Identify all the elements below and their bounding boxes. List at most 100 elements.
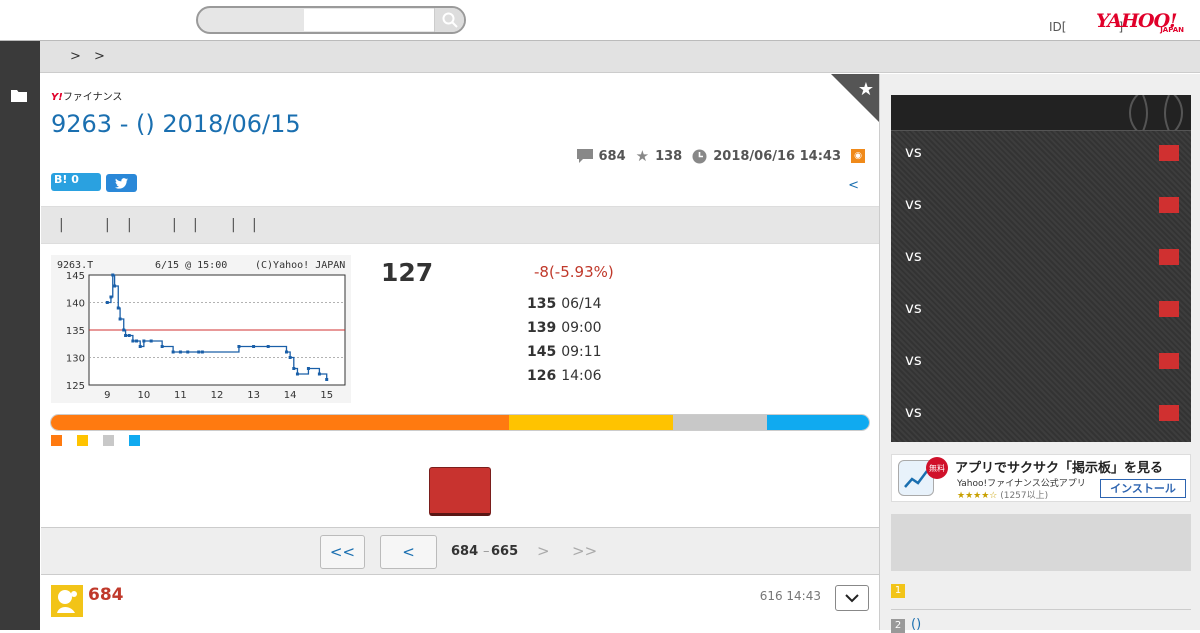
chevron-down-icon [845, 593, 859, 602]
app-ad-banner[interactable]: 無料 アプリでサクサク「掲示板」を見る Yahoo!ファイナンス公式アプリ ★★… [891, 454, 1191, 502]
price-change: -8(-5.93%) [534, 263, 614, 281]
price-point [317, 372, 321, 376]
tweet-button[interactable] [106, 174, 137, 192]
sentiment-segment [51, 415, 510, 430]
chart-subtitle: 6/15 @ 15:00 [155, 260, 227, 271]
price-point [325, 378, 329, 381]
ranking-item[interactable]: 2() [891, 617, 1191, 633]
x-tick-label: 14 [284, 390, 297, 401]
x-tick-label: 9 [104, 390, 110, 401]
price-point [131, 339, 135, 343]
y-tick-label: 125 [66, 381, 85, 392]
page-range-dash: – [483, 544, 490, 559]
first-page-button[interactable]: << [320, 535, 365, 569]
page-title: 9263 - () 2018/06/15 [51, 110, 301, 138]
match-row[interactable]: vs [891, 287, 1191, 339]
price-point [295, 372, 299, 376]
hatena-bookmark-button[interactable]: B! 0 [51, 173, 101, 191]
price-point [138, 345, 142, 348]
service-logo[interactable]: Y!ファイナンス [51, 88, 122, 103]
tab-separator: | [252, 217, 257, 233]
yahoo-japan-logo[interactable]: YAHOO! JAPAN [1096, 10, 1188, 38]
search-button[interactable] [434, 8, 464, 32]
post-button[interactable] [429, 467, 491, 516]
updated-time: 2018/06/16 14:43 [713, 148, 841, 164]
ranking-item[interactable]: 1 [891, 582, 1191, 610]
breadcrumb-separator: > [94, 49, 105, 64]
comment-count: 684 [598, 148, 626, 164]
quote-row: 145 09:11 [527, 344, 602, 360]
breadcrumb: > > [40, 41, 1200, 73]
avatar[interactable] [51, 585, 83, 617]
quote-row: 135 06/14 [527, 296, 602, 312]
chart-title: 9263.T [57, 260, 93, 271]
tab-separator: | [193, 217, 198, 233]
chart-credit: (C)Yahoo! JAPAN [255, 260, 345, 271]
price-point [111, 273, 115, 277]
post-menu-button[interactable] [835, 585, 869, 611]
clock-icon [692, 149, 707, 163]
match-panel-header [891, 95, 1191, 131]
ad-title: アプリでサクサク「掲示板」を見る [955, 461, 1164, 476]
post-number[interactable]: 684 [88, 585, 124, 605]
y-tick-label: 130 [66, 354, 85, 365]
price-point [105, 301, 109, 304]
page-range-end: 665 [491, 544, 519, 559]
twitter-icon [115, 178, 128, 189]
star-icon[interactable]: ★ [858, 79, 874, 100]
search-icon [442, 12, 458, 28]
price-point [113, 284, 117, 288]
tab-separator: | [127, 217, 132, 233]
legend-swatch [77, 435, 88, 446]
tab-bar: | | | | | | | [41, 206, 879, 244]
x-tick-label: 10 [137, 390, 150, 401]
match-row[interactable]: vs [891, 183, 1191, 235]
breadcrumb-separator: > [70, 49, 81, 64]
price-point [306, 367, 310, 370]
user-icon [57, 590, 77, 613]
favorite-count: 138 [655, 148, 683, 164]
hatena-count: 0 [71, 173, 79, 186]
quote-row: 126 14:06 [527, 368, 602, 384]
prev-page-button[interactable]: < [380, 535, 437, 569]
sentiment-legend [51, 435, 140, 446]
left-rail [0, 41, 40, 630]
sentiment-segment [672, 415, 767, 430]
price-point [109, 295, 113, 299]
top-header: ID[] YAHOO! JAPAN [0, 0, 1200, 41]
install-button[interactable]: インストール [1100, 479, 1186, 498]
match-row[interactable]: vs [891, 391, 1191, 443]
price-point [186, 350, 190, 354]
chart-svg: 9263.T 6/15 @ 15:00 (C)Yahoo! JAPAN 125 130 1… [51, 255, 351, 403]
price-point [124, 334, 128, 337]
board-stats: 684 ★ 138 2018/06/16 14:43 ◉ [576, 147, 865, 165]
post-item: 684 616 14:43 [41, 579, 879, 630]
match-row[interactable]: vs [891, 131, 1191, 183]
y-tick-label: 140 [66, 299, 85, 310]
price-point [127, 334, 131, 337]
legend-swatch [51, 435, 62, 446]
price-point [237, 345, 241, 348]
rss-icon[interactable]: ◉ [851, 149, 865, 163]
legend-swatch [103, 435, 114, 446]
legend-swatch [129, 435, 140, 446]
free-badge: 無料 [926, 457, 948, 479]
x-tick-label: 15 [320, 390, 333, 401]
match-row[interactable]: vs [891, 235, 1191, 287]
baseball-icon [1129, 95, 1183, 131]
tab-separator: | [172, 217, 177, 233]
x-tick-label: 13 [247, 390, 260, 401]
match-row[interactable]: vs [891, 339, 1191, 391]
search-input[interactable] [304, 9, 434, 31]
folder-icon[interactable] [11, 89, 27, 102]
sentiment-bar [50, 414, 870, 431]
current-price: 127 [381, 258, 434, 287]
x-tick-label: 11 [174, 390, 187, 401]
next-page-button[interactable]: > [537, 542, 550, 560]
intraday-chart[interactable]: 9263.T 6/15 @ 15:00 (C)Yahoo! JAPAN 125 130 1… [51, 255, 351, 403]
prev-thread-link[interactable]: < [848, 178, 859, 193]
last-page-button[interactable]: >> [572, 542, 597, 560]
match-panel: vs vs vs vs vs vs [891, 95, 1191, 442]
price-point [122, 328, 126, 332]
pagination: << < 684 – 665 > >> [41, 527, 879, 575]
